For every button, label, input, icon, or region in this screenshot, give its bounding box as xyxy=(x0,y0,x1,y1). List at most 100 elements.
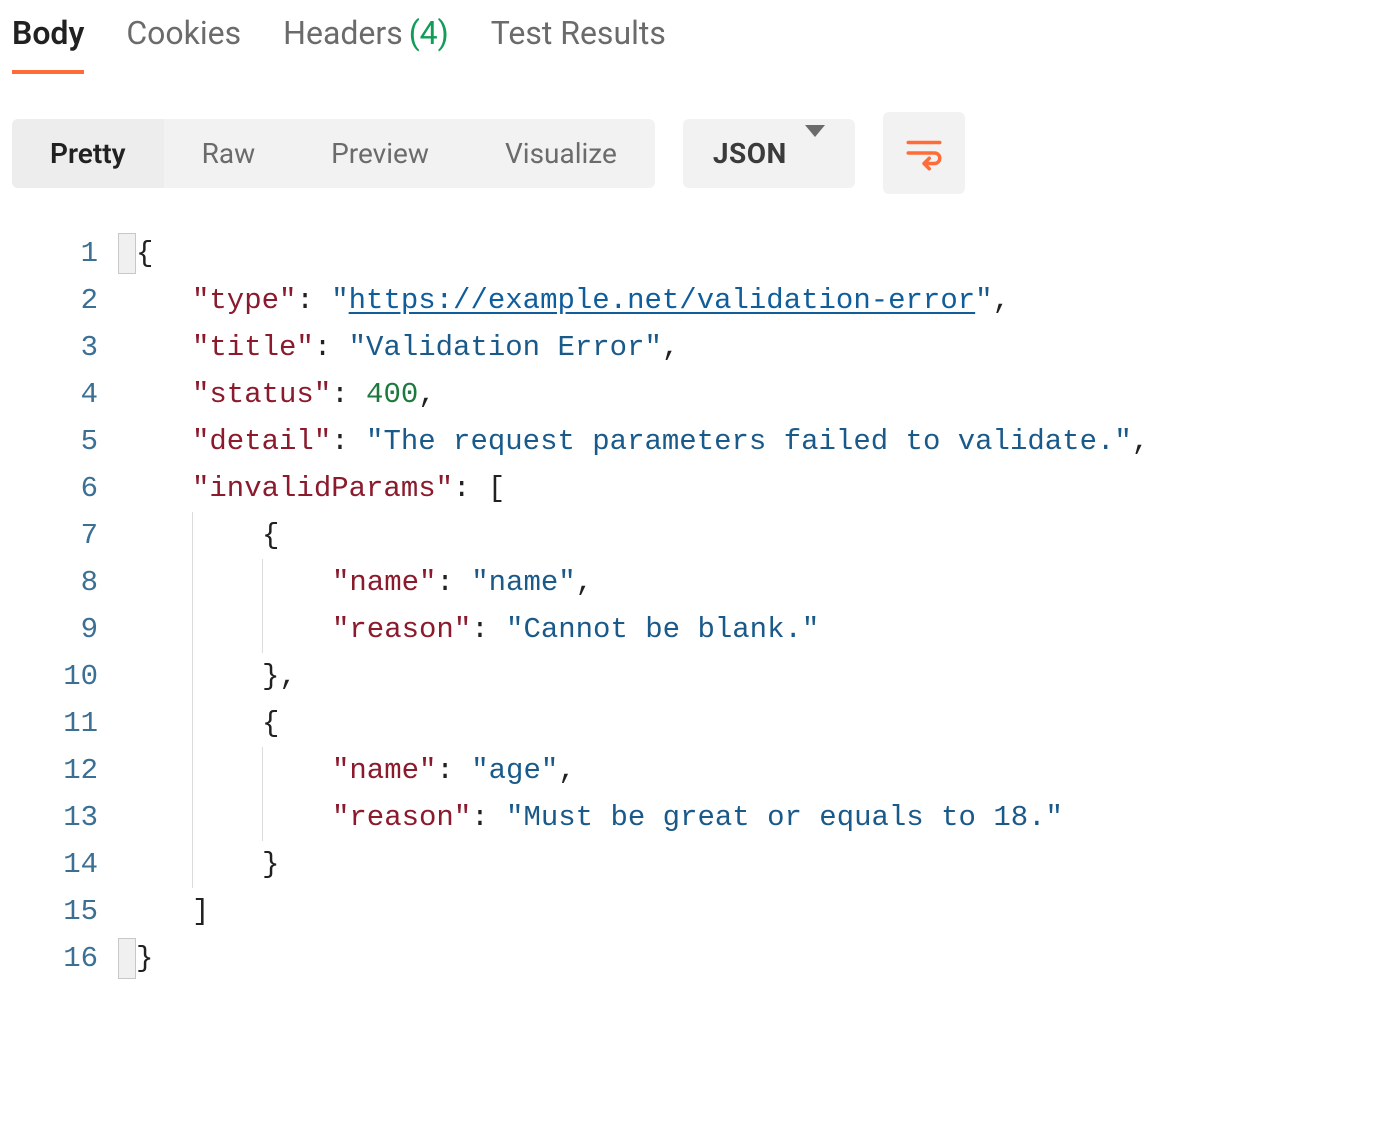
json-string-value: "Cannot be blank." xyxy=(506,613,819,646)
comma: , xyxy=(576,566,593,599)
bracket-close: ] xyxy=(192,895,209,928)
quote-close: " xyxy=(975,284,992,317)
code-line: "reason": "Cannot be blank." xyxy=(122,606,1380,653)
code-line: "title": "Validation Error", xyxy=(122,324,1380,371)
code-line: }, xyxy=(122,653,1380,700)
tab-body[interactable]: Body xyxy=(12,14,84,74)
response-tabs: Body Cookies Headers(4) Test Results xyxy=(12,14,1380,82)
comma: , xyxy=(662,331,679,364)
code-line: { xyxy=(122,700,1380,747)
json-key: "type" xyxy=(192,284,296,317)
comma: , xyxy=(418,378,435,411)
line-number[interactable]: 6 xyxy=(12,465,98,512)
line-number[interactable]: 5 xyxy=(12,418,98,465)
code-line: } xyxy=(122,935,1380,982)
tab-headers-count: (4) xyxy=(409,14,449,52)
code-line: "name": "name", xyxy=(122,559,1380,606)
brace-open: { xyxy=(136,237,153,270)
code-content[interactable]: { "type": "https://example.net/validatio… xyxy=(122,230,1380,982)
code-line: } xyxy=(122,841,1380,888)
colon: : xyxy=(471,801,506,834)
indent-guide xyxy=(262,794,263,841)
indent-guide xyxy=(192,841,193,888)
indent-guide xyxy=(192,512,193,559)
colon: : xyxy=(436,754,471,787)
code-line: "name": "age", xyxy=(122,747,1380,794)
colon: : xyxy=(471,613,506,646)
body-format-selected: JSON xyxy=(713,137,787,170)
line-number[interactable]: 16 xyxy=(12,935,98,982)
colon: : xyxy=(453,472,488,505)
indent-guide xyxy=(262,559,263,606)
brace-open: { xyxy=(262,519,279,552)
view-pretty-button[interactable]: Pretty xyxy=(12,119,164,188)
line-number[interactable]: 2 xyxy=(12,277,98,324)
view-mode-group: Pretty Raw Preview Visualize xyxy=(12,119,655,188)
view-visualize-button[interactable]: Visualize xyxy=(467,119,655,188)
tab-headers[interactable]: Headers(4) xyxy=(283,14,449,74)
comma: , xyxy=(993,284,1010,317)
tab-cookies[interactable]: Cookies xyxy=(126,14,241,74)
code-line: "invalidParams": [ xyxy=(122,465,1380,512)
line-number[interactable]: 12 xyxy=(12,747,98,794)
word-wrap-button[interactable] xyxy=(883,112,965,194)
json-key: "invalidParams" xyxy=(192,472,453,505)
line-number[interactable]: 4 xyxy=(12,371,98,418)
line-number[interactable]: 14 xyxy=(12,841,98,888)
json-string-value: "Validation Error" xyxy=(349,331,662,364)
comma: , xyxy=(558,754,575,787)
brace-open: { xyxy=(262,707,279,740)
json-key: "name" xyxy=(332,754,436,787)
view-preview-button[interactable]: Preview xyxy=(293,119,467,188)
brace-close-comma: }, xyxy=(262,660,297,693)
colon: : xyxy=(436,566,471,599)
view-raw-button[interactable]: Raw xyxy=(164,119,294,188)
json-key: "status" xyxy=(192,378,331,411)
indent-guide xyxy=(192,559,193,606)
fold-handle-top[interactable] xyxy=(118,233,136,274)
line-number[interactable]: 10 xyxy=(12,653,98,700)
colon: : xyxy=(314,331,349,364)
json-key: "title" xyxy=(192,331,314,364)
chevron-down-icon xyxy=(805,137,825,170)
json-string-value: "Must be great or equals to 18." xyxy=(506,801,1063,834)
line-number[interactable]: 1 xyxy=(12,230,98,277)
line-number-gutter: 1 2 3 4 5 6 7 8 9 10 11 12 13 14 15 16 xyxy=(12,230,122,982)
colon: : xyxy=(296,284,331,317)
json-number-value: 400 xyxy=(366,378,418,411)
json-key: "detail" xyxy=(192,425,331,458)
code-line: "detail": "The request parameters failed… xyxy=(122,418,1380,465)
tab-test-results[interactable]: Test Results xyxy=(491,14,666,74)
body-format-dropdown[interactable]: JSON xyxy=(683,119,855,188)
json-string-value: "age" xyxy=(471,754,558,787)
fold-handle-bottom[interactable] xyxy=(118,938,136,979)
json-string-value: "name" xyxy=(471,566,575,599)
json-key: "name" xyxy=(332,566,436,599)
body-view-controls: Pretty Raw Preview Visualize JSON xyxy=(12,112,1380,194)
word-wrap-icon xyxy=(903,132,945,174)
line-number[interactable]: 9 xyxy=(12,606,98,653)
code-line: "type": "https://example.net/validation-… xyxy=(122,277,1380,324)
line-number[interactable]: 8 xyxy=(12,559,98,606)
line-number[interactable]: 7 xyxy=(12,512,98,559)
json-key: "reason" xyxy=(332,801,471,834)
bracket-open: [ xyxy=(488,472,505,505)
line-number[interactable]: 3 xyxy=(12,324,98,371)
code-line: ] xyxy=(122,888,1380,935)
brace-close: } xyxy=(136,942,153,975)
code-line: "reason": "Must be great or equals to 18… xyxy=(122,794,1380,841)
indent-guide xyxy=(262,606,263,653)
response-body-viewer: 1 2 3 4 5 6 7 8 9 10 11 12 13 14 15 16 {… xyxy=(12,230,1380,982)
colon: : xyxy=(331,378,366,411)
brace-close: } xyxy=(262,848,279,881)
indent-guide xyxy=(192,747,193,794)
json-string-value: "The request parameters failed to valida… xyxy=(366,425,1132,458)
line-number[interactable]: 15 xyxy=(12,888,98,935)
line-number[interactable]: 11 xyxy=(12,700,98,747)
quote-open: " xyxy=(331,284,348,317)
json-key: "reason" xyxy=(332,613,471,646)
tab-headers-label: Headers xyxy=(283,14,403,52)
json-link-value[interactable]: https://example.net/validation-error xyxy=(349,284,976,317)
indent-guide xyxy=(192,606,193,653)
line-number[interactable]: 13 xyxy=(12,794,98,841)
